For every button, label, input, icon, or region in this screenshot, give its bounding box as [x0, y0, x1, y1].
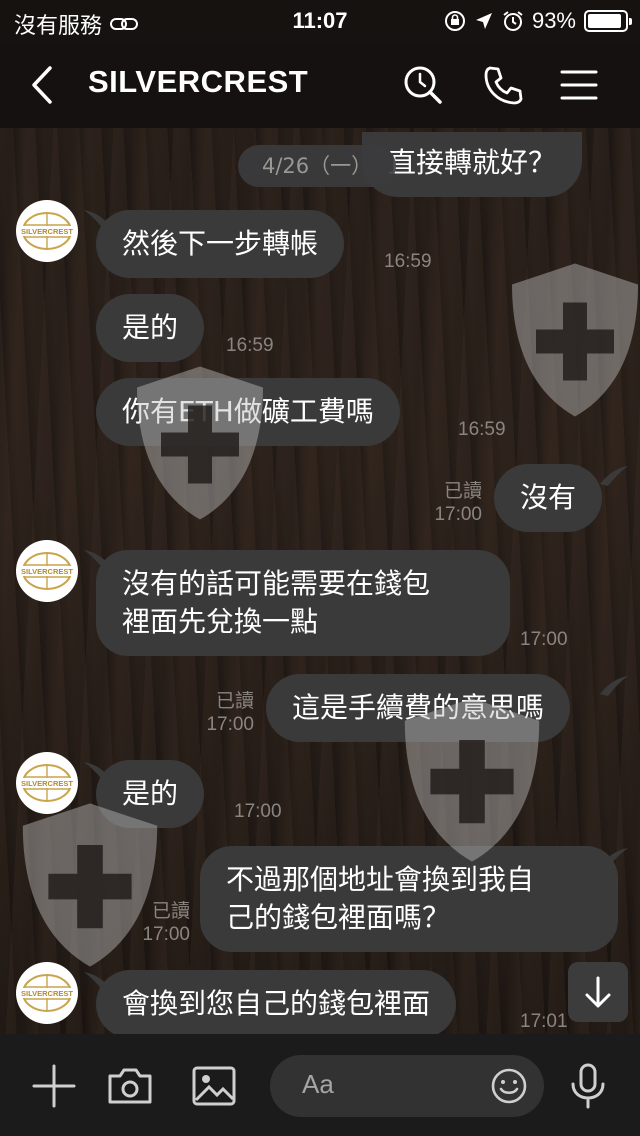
- message-text: 直接轉就好？: [388, 146, 557, 179]
- silvercrest-logo-icon: SILVERCREST: [21, 764, 73, 802]
- message-text: 是的: [122, 777, 179, 810]
- message-bubble-incoming[interactable]: 是的: [96, 760, 205, 828]
- message-read-meta: 已讀 17:00: [410, 480, 482, 526]
- message-text-line: 裡面先兌換一點: [122, 605, 319, 638]
- time-label: 17:00: [206, 714, 254, 735]
- message-bubble-incoming[interactable]: 然後下一步轉帳: [96, 210, 345, 278]
- scroll-to-bottom-button[interactable]: [568, 962, 628, 1022]
- battery-percent: 93%: [531, 8, 576, 33]
- chat-header: SILVERCREST: [0, 42, 640, 128]
- message-time: 17:00: [520, 628, 568, 651]
- bubble-tail: [600, 466, 628, 486]
- message-bubble-outgoing[interactable]: 沒有: [494, 464, 603, 532]
- battery-icon: [584, 10, 632, 32]
- message-text: 你有ETH做礦工費嗎: [122, 395, 374, 428]
- svg-text:SILVERCREST: SILVERCREST: [21, 227, 73, 236]
- message-text-line: 沒有的話可能需要在錢包: [122, 567, 431, 600]
- bubble-tail: [600, 676, 628, 696]
- time-label: 16:59: [458, 419, 506, 440]
- time-label: 17:00: [520, 629, 568, 650]
- message-time: 16:59: [384, 250, 432, 273]
- silvercrest-logo-icon: SILVERCREST: [21, 552, 73, 590]
- arrow-down-icon: [585, 976, 611, 1008]
- message-time: 16:59: [458, 418, 506, 441]
- read-receipt: 已讀: [443, 481, 482, 502]
- date-chip: 4/26（一）: [238, 145, 397, 187]
- input-placeholder: Aa: [302, 1069, 334, 1099]
- microphone-icon[interactable]: [562, 1060, 614, 1112]
- read-receipt: 已讀: [215, 691, 254, 712]
- time-label: 16:59: [384, 251, 432, 272]
- svg-text:SILVERCREST: SILVERCREST: [21, 567, 73, 576]
- message-text: 然後下一步轉帳: [122, 227, 319, 260]
- message-bubble-outgoing[interactable]: 這是手續費的意思嗎: [266, 674, 571, 742]
- message-read-meta: 已讀 17:00: [118, 900, 190, 946]
- time-label: 16:59: [226, 335, 274, 356]
- message-text-line: 己的錢包裡面嗎？: [226, 901, 451, 934]
- avatar[interactable]: SILVERCREST: [16, 540, 78, 602]
- message-text-line: 不過那個地址會換到我自: [226, 863, 535, 896]
- phone-icon[interactable]: [480, 62, 526, 108]
- avatar[interactable]: SILVERCREST: [16, 752, 78, 814]
- orientation-lock-icon: [444, 11, 465, 31]
- message-time: 17:01: [520, 1010, 568, 1033]
- message-read-meta: 已讀 17:00: [182, 690, 254, 736]
- avatar[interactable]: SILVERCREST: [16, 962, 78, 1024]
- time-label: 17:01: [520, 1011, 568, 1032]
- search-icon[interactable]: [400, 62, 446, 108]
- message-text: 是的: [122, 311, 179, 344]
- svg-text:SILVERCREST: SILVERCREST: [21, 779, 73, 788]
- bubble-tail: [600, 848, 628, 868]
- message-input[interactable]: Aa: [270, 1055, 544, 1117]
- read-receipt: 已讀: [151, 901, 190, 922]
- plus-icon[interactable]: [28, 1060, 80, 1112]
- emoji-icon[interactable]: [490, 1067, 528, 1105]
- message-text: 沒有: [520, 481, 577, 514]
- battery-fill: [588, 14, 622, 28]
- message-bubble-outgoing[interactable]: 不過那個地址會換到我自 己的錢包裡面嗎？: [200, 846, 618, 952]
- message-time: 16:59: [226, 334, 274, 357]
- message-text: 這是手續費的意思嗎: [292, 691, 545, 724]
- alarm-icon: [503, 11, 523, 31]
- time-label: 17:00: [434, 504, 482, 525]
- message-input-bar: Aa: [0, 1034, 640, 1136]
- message-list[interactable]: 直接轉就好？ SILVERCREST 然後下一步轉帳 16:59 是的 16:5…: [0, 128, 640, 1034]
- camera-icon[interactable]: [104, 1060, 156, 1112]
- message-time: 17:00: [234, 800, 282, 823]
- menu-icon[interactable]: [556, 62, 602, 108]
- time-label: 17:00: [142, 924, 190, 945]
- message-bubble-incoming[interactable]: 沒有的話可能需要在錢包 裡面先兌換一點: [96, 550, 510, 656]
- silvercrest-logo-icon: SILVERCREST: [21, 212, 73, 250]
- back-chevron-icon[interactable]: [24, 62, 64, 108]
- image-icon[interactable]: [188, 1060, 240, 1112]
- time-label: 17:00: [234, 801, 282, 822]
- status-right: 93%: [444, 8, 632, 34]
- message-bubble-incoming[interactable]: 你有ETH做礦工費嗎: [96, 378, 400, 446]
- location-icon: [475, 13, 492, 29]
- silvercrest-logo-icon: SILVERCREST: [21, 974, 73, 1012]
- chat-title: SILVERCREST: [88, 64, 309, 99]
- message-bubble-incoming[interactable]: 會換到您自己的錢包裡面: [96, 970, 457, 1034]
- status-bar: 沒有服務 11:07 93%: [0, 0, 640, 42]
- message-bubble-incoming[interactable]: 是的: [96, 294, 205, 362]
- message-text: 會換到您自己的錢包裡面: [122, 987, 431, 1020]
- avatar[interactable]: SILVERCREST: [16, 200, 78, 262]
- svg-text:SILVERCREST: SILVERCREST: [21, 989, 73, 998]
